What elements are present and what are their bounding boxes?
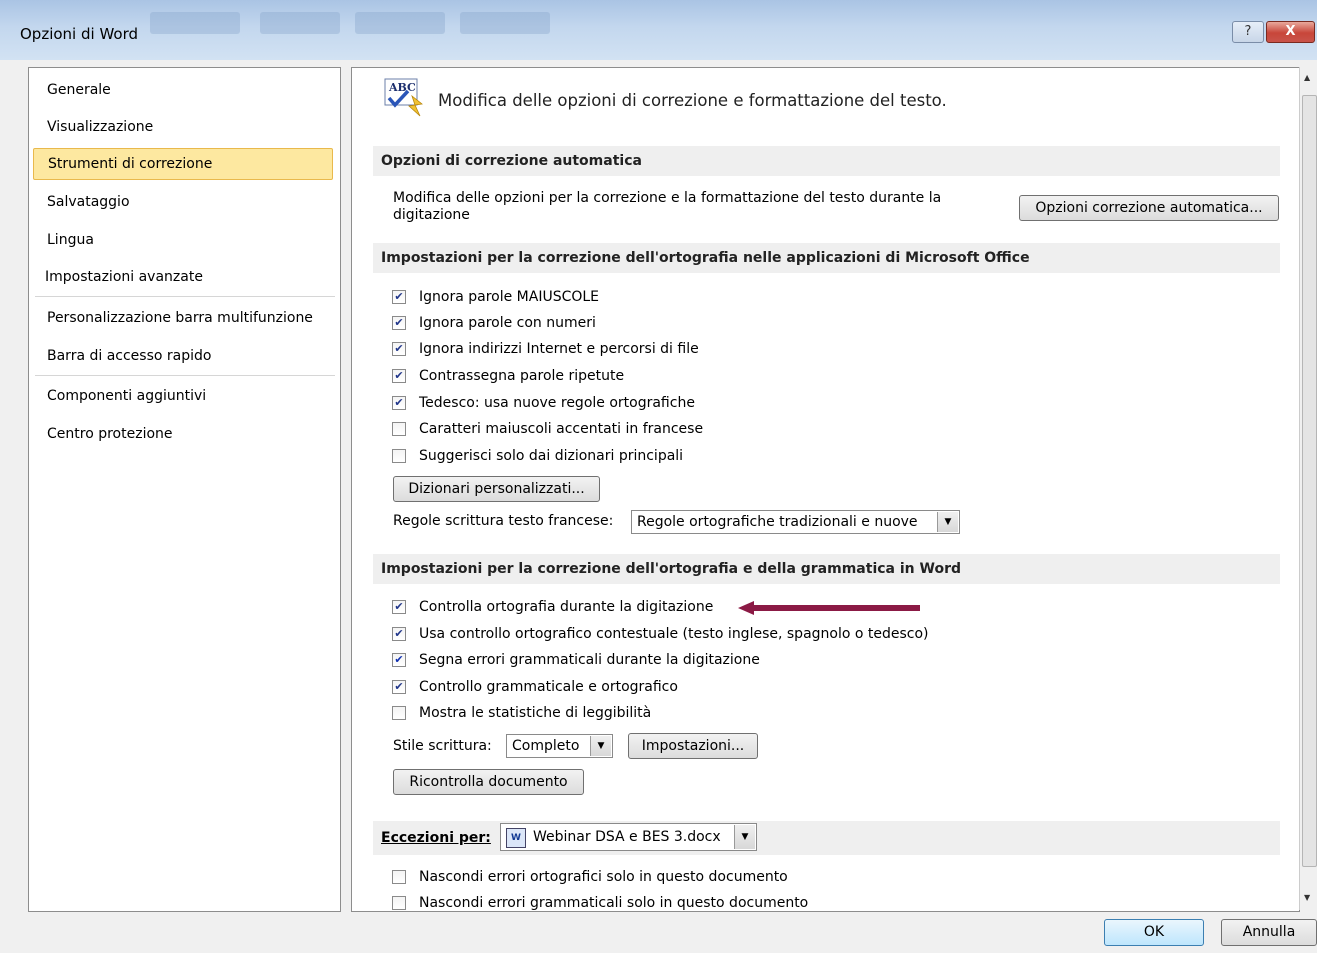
- checkbox-checked-icon[interactable]: ✔: [392, 342, 406, 356]
- annotation-arrow-icon: [738, 601, 920, 615]
- autocorrect-description: Modifica delle opzioni per la correzione…: [393, 190, 942, 223]
- exceptions-label: Eccezioni per:: [381, 830, 491, 846]
- cancel-button[interactable]: Annulla: [1221, 919, 1317, 946]
- nav-item-salvataggio[interactable]: Salvataggio: [47, 194, 130, 210]
- option-label: Nascondi errori grammaticali solo in que…: [419, 895, 809, 911]
- checkbox-checked-icon[interactable]: ✔: [392, 680, 406, 694]
- nav-item-strumenti-correzione[interactable]: Strumenti di correzione: [33, 148, 333, 180]
- window-title: Opzioni di Word: [20, 25, 139, 43]
- section-autocorrect: Opzioni di correzione automatica: [373, 146, 1280, 176]
- blurred-tab: [355, 12, 445, 34]
- checkbox-checked-icon[interactable]: ✔: [392, 316, 406, 330]
- exceptions-document-dropdown[interactable]: W Webinar DSA e BES 3.docx ▼: [500, 823, 757, 851]
- page-header-text: Modifica delle opzioni di correzione e f…: [438, 91, 947, 110]
- blurred-tab: [150, 12, 240, 34]
- option-label: Segna errori grammaticali durante la dig…: [419, 652, 760, 668]
- help-button[interactable]: ?: [1232, 21, 1264, 43]
- nav-separator: [35, 296, 335, 297]
- dropdown-arrow-icon[interactable]: ▼: [734, 825, 755, 849]
- checkbox-unchecked-icon[interactable]: [392, 896, 406, 910]
- french-rules-value: Regole ortografiche tradizionali e nuove: [637, 514, 918, 530]
- option-label: Controlla ortografia durante la digitazi…: [419, 599, 714, 615]
- checkbox-checked-icon[interactable]: ✔: [392, 290, 406, 304]
- checkbox-unchecked-icon[interactable]: [392, 870, 406, 884]
- checkbox-unchecked-icon[interactable]: [392, 706, 406, 720]
- nav-item-visualizzazione[interactable]: Visualizzazione: [47, 119, 153, 135]
- dropdown-arrow-icon[interactable]: ▼: [590, 736, 611, 756]
- autocorrect-options-button[interactable]: Opzioni correzione automatica...: [1019, 195, 1279, 221]
- option-label: Usa controllo ortografico contestuale (t…: [419, 626, 929, 642]
- option-label: Suggerisci solo dai dizionari principali: [419, 448, 684, 464]
- close-button[interactable]: X: [1266, 21, 1315, 43]
- option-label: Mostra le statistiche di leggibilità: [419, 705, 652, 721]
- options-nav: Generale Visualizzazione Strumenti di co…: [28, 67, 341, 912]
- grammar-settings-button[interactable]: Impostazioni...: [628, 733, 758, 759]
- ok-button[interactable]: OK: [1104, 919, 1204, 946]
- scroll-up-icon[interactable]: ▲: [1304, 73, 1310, 82]
- nav-item-barra-accesso-rapido[interactable]: Barra di accesso rapido: [47, 348, 211, 364]
- nav-item-personalizzazione-barra[interactable]: Personalizzazione barra multifunzione: [47, 310, 313, 326]
- option-label: Caratteri maiuscoli accentati in frances…: [419, 421, 704, 437]
- checkbox-checked-icon[interactable]: ✔: [392, 600, 406, 614]
- section-office-spelling: Impostazioni per la correzione dell'orto…: [373, 243, 1280, 273]
- recheck-document-button[interactable]: Ricontrolla documento: [393, 769, 584, 795]
- checkbox-checked-icon[interactable]: ✔: [392, 396, 406, 410]
- option-label: Contrassegna parole ripetute: [419, 368, 625, 384]
- option-label: Ignora parole MAIUSCOLE: [419, 289, 600, 305]
- writing-style-dropdown[interactable]: Completo ▼: [506, 734, 613, 758]
- exceptions-document-value: Webinar DSA e BES 3.docx: [533, 829, 721, 845]
- nav-item-generale[interactable]: Generale: [47, 82, 111, 98]
- writing-style-value: Completo: [512, 738, 580, 754]
- option-label: Ignora indirizzi Internet e percorsi di …: [419, 341, 699, 357]
- abc-spelling-icon: ABC: [384, 78, 424, 117]
- french-rules-label: Regole scrittura testo francese:: [393, 513, 614, 529]
- option-label: Nascondi errori ortografici solo in ques…: [419, 869, 788, 885]
- abc-icon-text: ABC: [388, 81, 416, 94]
- custom-dictionaries-button[interactable]: Dizionari personalizzati...: [393, 476, 600, 502]
- checkbox-checked-icon[interactable]: ✔: [392, 369, 406, 383]
- scroll-down-icon[interactable]: ▼: [1304, 893, 1310, 902]
- blurred-tab: [260, 12, 340, 34]
- word-document-icon: W: [506, 828, 526, 848]
- nav-separator: [35, 375, 335, 376]
- nav-item-centro-protezione[interactable]: Centro protezione: [47, 426, 173, 442]
- nav-item-componenti-aggiuntivi[interactable]: Componenti aggiuntivi: [47, 388, 206, 404]
- writing-style-label: Stile scrittura:: [393, 738, 492, 754]
- dropdown-arrow-icon[interactable]: ▼: [937, 512, 958, 532]
- option-label: Ignora parole con numeri: [419, 315, 596, 331]
- nav-item-impostazioni-avanzate[interactable]: Impostazioni avanzate: [45, 269, 203, 285]
- section-word-spelling: Impostazioni per la correzione dell'orto…: [373, 554, 1280, 584]
- checkbox-unchecked-icon[interactable]: [392, 449, 406, 463]
- scroll-thumb[interactable]: [1302, 95, 1317, 867]
- french-rules-dropdown[interactable]: Regole ortografiche tradizionali e nuove…: [631, 510, 960, 534]
- checkbox-checked-icon[interactable]: ✔: [392, 653, 406, 667]
- main-panel: ABC Modifica delle opzioni di correzione…: [351, 67, 1300, 912]
- checkbox-checked-icon[interactable]: ✔: [392, 627, 406, 641]
- checkbox-unchecked-icon[interactable]: [392, 422, 406, 436]
- vertical-scrollbar[interactable]: ▲ ▼: [1299, 67, 1317, 910]
- option-label: Tedesco: usa nuove regole ortografiche: [419, 395, 695, 411]
- blurred-tab: [460, 12, 550, 34]
- title-bar: [0, 0, 1317, 60]
- option-label: Controllo grammaticale e ortografico: [419, 679, 678, 695]
- nav-item-lingua[interactable]: Lingua: [47, 232, 94, 248]
